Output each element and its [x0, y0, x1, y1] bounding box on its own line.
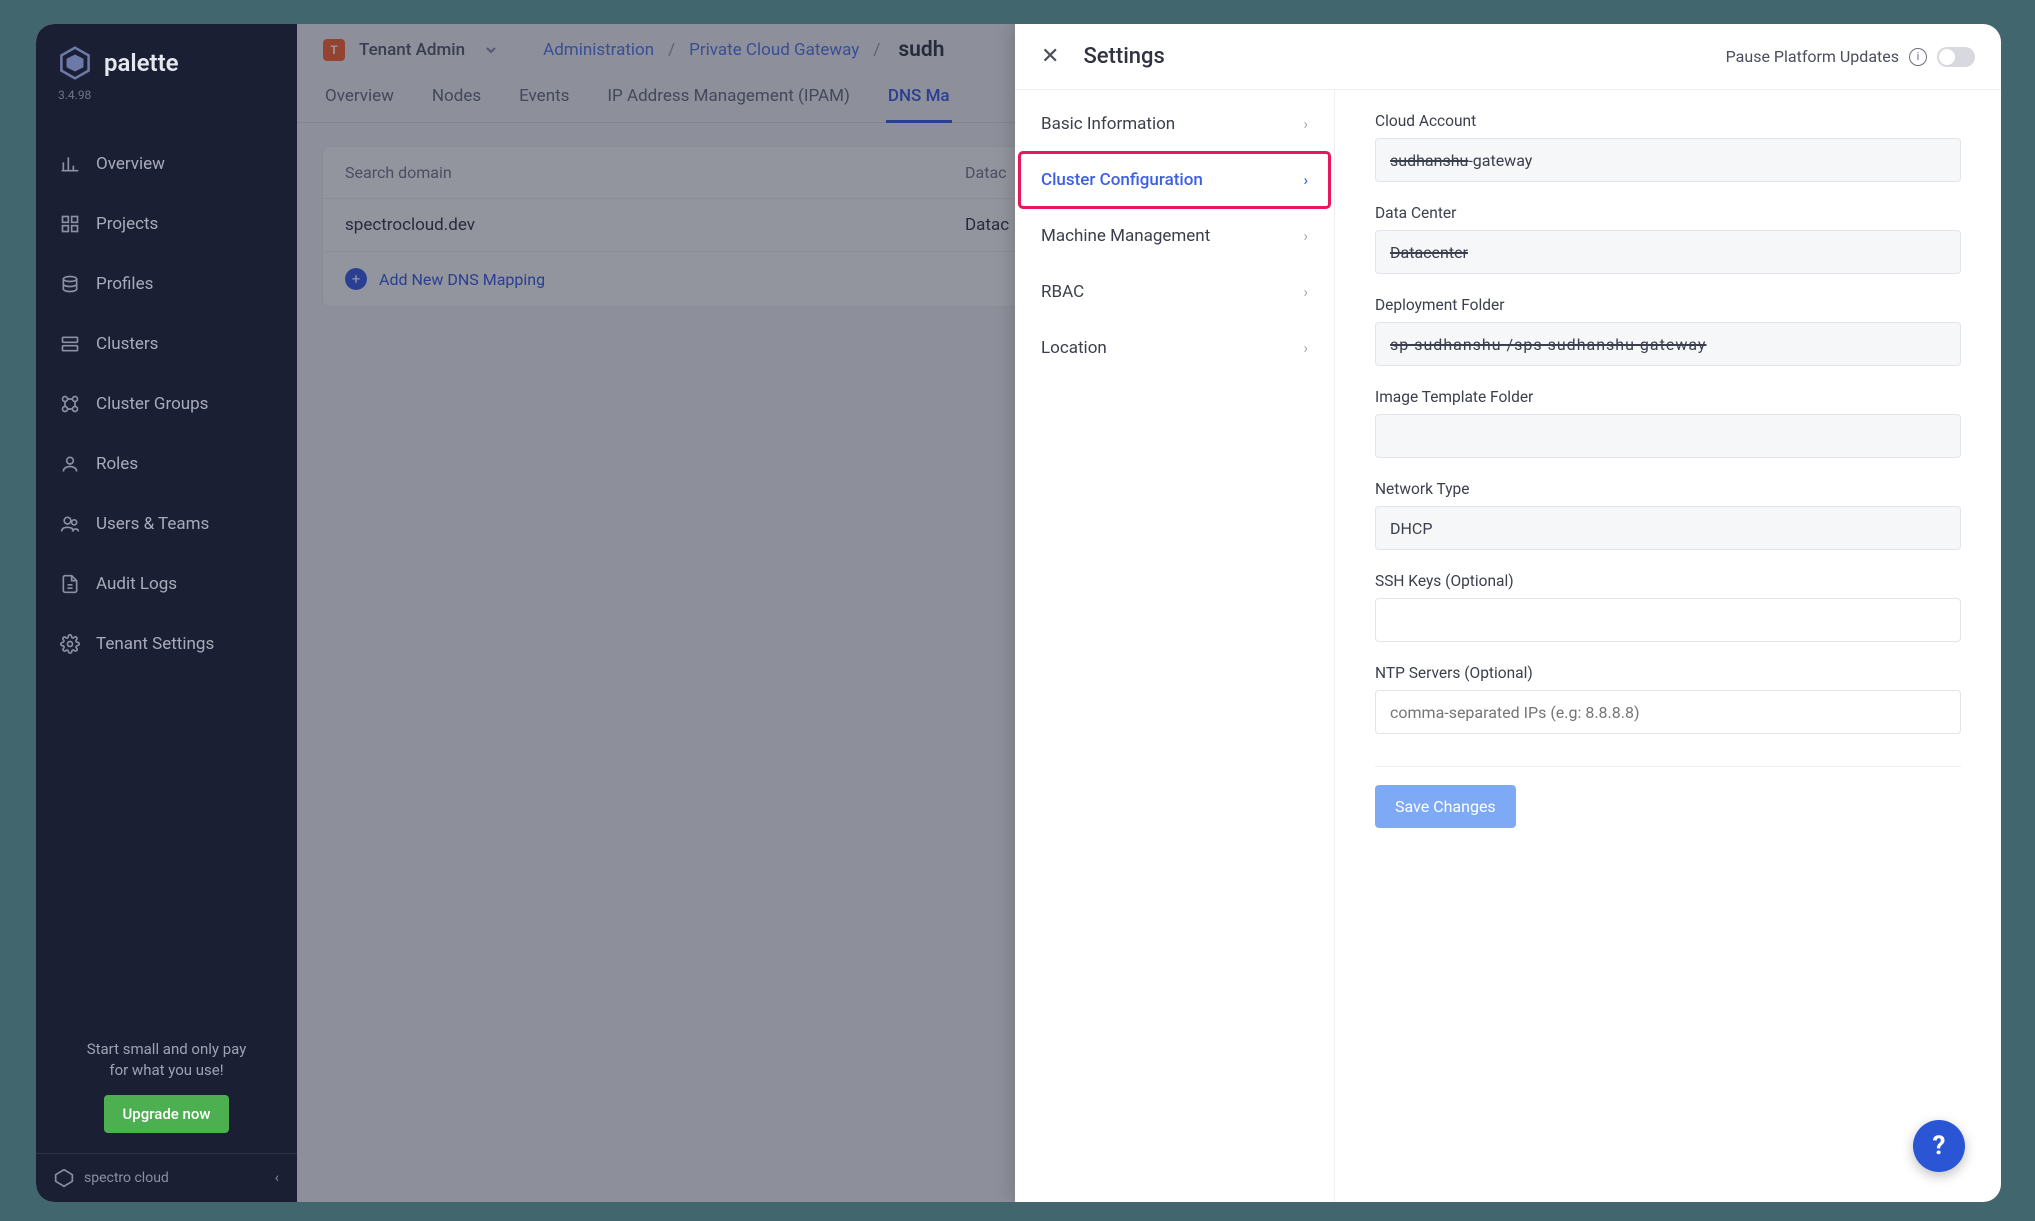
file-icon — [60, 574, 80, 594]
chevron-left-icon: ‹ — [275, 1170, 279, 1186]
chevron-right-icon: › — [1303, 171, 1308, 189]
version-label: 3.4.98 — [36, 88, 297, 102]
settings-nav-cluster-config[interactable]: Cluster Configuration › — [1019, 152, 1330, 208]
nav-label: Audit Logs — [96, 574, 177, 594]
gear-icon — [60, 634, 80, 654]
layers-icon — [60, 274, 80, 294]
image-template-label: Image Template Folder — [1375, 388, 1961, 406]
chart-icon — [60, 154, 80, 174]
upgrade-promo: Start small and only pay for what you us… — [36, 1029, 297, 1153]
settings-drawer: ✕ Settings Pause Platform Updates i Basi… — [1015, 24, 2001, 1202]
redacted-text: sudhanshu — [1390, 151, 1468, 170]
settings-nav: Basic Information › Cluster Configuration… — [1015, 90, 1335, 1202]
settings-nav-label: Machine Management — [1041, 226, 1210, 246]
cloud-account-input[interactable]: sudhanshu-gateway — [1375, 138, 1961, 182]
sidebar: palette 3.4.98 Overview Projects Profile… — [36, 24, 297, 1202]
settings-nav-basic-info[interactable]: Basic Information › — [1015, 96, 1334, 152]
product-name: palette — [104, 49, 179, 77]
nav-clusters[interactable]: Clusters — [36, 314, 297, 374]
app-window: palette 3.4.98 Overview Projects Profile… — [36, 24, 2001, 1202]
settings-nav-label: Basic Information — [1041, 114, 1175, 134]
nav-roles[interactable]: Roles — [36, 434, 297, 494]
ssh-keys-input[interactable] — [1375, 598, 1961, 642]
nav-cluster-groups[interactable]: Cluster Groups — [36, 374, 297, 434]
data-center-label: Data Center — [1375, 204, 1961, 222]
brand-icon — [54, 1168, 74, 1188]
field-image-template: Image Template Folder — [1375, 388, 1961, 458]
main-nav: Overview Projects Profiles Clusters Clus… — [36, 134, 297, 674]
save-button[interactable]: Save Changes — [1375, 785, 1516, 828]
nav-label: Profiles — [96, 274, 153, 294]
grid-icon — [60, 214, 80, 234]
cloud-account-label: Cloud Account — [1375, 112, 1961, 130]
help-button[interactable]: ? — [1913, 1120, 1965, 1172]
logo-icon — [58, 46, 92, 80]
chevron-right-icon: › — [1303, 339, 1308, 357]
nav-label: Users & Teams — [96, 514, 209, 534]
deployment-folder-input[interactable]: sp sudhanshu /sps sudhanshu gateway — [1375, 322, 1961, 366]
chevron-right-icon: › — [1303, 283, 1308, 301]
field-network-type: Network Type DHCP — [1375, 480, 1961, 550]
redacted-text: Datacenter — [1390, 243, 1468, 262]
promo-text: for what you use! — [54, 1060, 279, 1081]
settings-nav-location[interactable]: Location › — [1015, 320, 1334, 376]
group-icon — [60, 394, 80, 414]
data-center-input[interactable]: Datacenter — [1375, 230, 1961, 274]
settings-nav-rbac[interactable]: RBAC › — [1015, 264, 1334, 320]
promo-text: Start small and only pay — [54, 1039, 279, 1060]
ntp-label: NTP Servers (Optional) — [1375, 664, 1961, 682]
drawer-body: Basic Information › Cluster Configuration… — [1015, 90, 2001, 1202]
nav-label: Projects — [96, 214, 158, 234]
nav-label: Clusters — [96, 334, 158, 354]
network-type-select[interactable]: DHCP — [1375, 506, 1961, 550]
field-ntp-servers: NTP Servers (Optional) — [1375, 664, 1961, 734]
upgrade-button[interactable]: Upgrade now — [104, 1095, 228, 1133]
pause-updates-label: Pause Platform Updates — [1726, 47, 1899, 66]
nav-label: Roles — [96, 454, 138, 474]
nav-label: Overview — [96, 154, 165, 174]
settings-nav-label: Cluster Configuration — [1041, 170, 1203, 190]
pause-updates-control: Pause Platform Updates i — [1726, 47, 1975, 67]
footer-label: spectro cloud — [84, 1170, 169, 1186]
field-cloud-account: Cloud Account sudhanshu-gateway — [1375, 112, 1961, 182]
logo: palette — [36, 24, 297, 88]
field-data-center: Data Center Datacenter — [1375, 204, 1961, 274]
nav-label: Tenant Settings — [96, 634, 214, 654]
field-deployment-folder: Deployment Folder sp sudhanshu /sps sudh… — [1375, 296, 1961, 366]
drawer-header: ✕ Settings Pause Platform Updates i — [1015, 24, 2001, 90]
redacted-text: sp sudhanshu /sps sudhanshu gateway — [1390, 335, 1707, 354]
ssh-keys-label: SSH Keys (Optional) — [1375, 572, 1961, 590]
nav-users-teams[interactable]: Users & Teams — [36, 494, 297, 554]
network-type-value: DHCP — [1390, 519, 1432, 538]
divider — [1375, 766, 1961, 767]
network-type-label: Network Type — [1375, 480, 1961, 498]
value-tail: -gateway — [1468, 151, 1532, 170]
chevron-right-icon: › — [1303, 115, 1308, 133]
nav-tenant-settings[interactable]: Tenant Settings — [36, 614, 297, 674]
nav-label: Cluster Groups — [96, 394, 208, 414]
user-icon — [60, 454, 80, 474]
nav-audit-logs[interactable]: Audit Logs — [36, 554, 297, 614]
close-button[interactable]: ✕ — [1041, 46, 1059, 68]
drawer-title: Settings — [1083, 44, 1164, 69]
settings-nav-label: RBAC — [1041, 282, 1084, 302]
settings-nav-label: Location — [1041, 338, 1107, 358]
settings-nav-machine-mgmt[interactable]: Machine Management › — [1015, 208, 1334, 264]
cluster-config-form: Cloud Account sudhanshu-gateway Data Cen… — [1335, 90, 2001, 1202]
nav-overview[interactable]: Overview — [36, 134, 297, 194]
pause-updates-toggle[interactable] — [1937, 47, 1975, 67]
chevron-right-icon: › — [1303, 227, 1308, 245]
deployment-folder-label: Deployment Folder — [1375, 296, 1961, 314]
sidebar-footer[interactable]: spectro cloud ‹ — [36, 1153, 297, 1202]
field-ssh-keys: SSH Keys (Optional) — [1375, 572, 1961, 642]
nav-projects[interactable]: Projects — [36, 194, 297, 254]
ntp-input[interactable] — [1375, 690, 1961, 734]
users-icon — [60, 514, 80, 534]
image-template-input[interactable] — [1375, 414, 1961, 458]
info-icon[interactable]: i — [1909, 48, 1927, 66]
nav-profiles[interactable]: Profiles — [36, 254, 297, 314]
cluster-icon — [60, 334, 80, 354]
